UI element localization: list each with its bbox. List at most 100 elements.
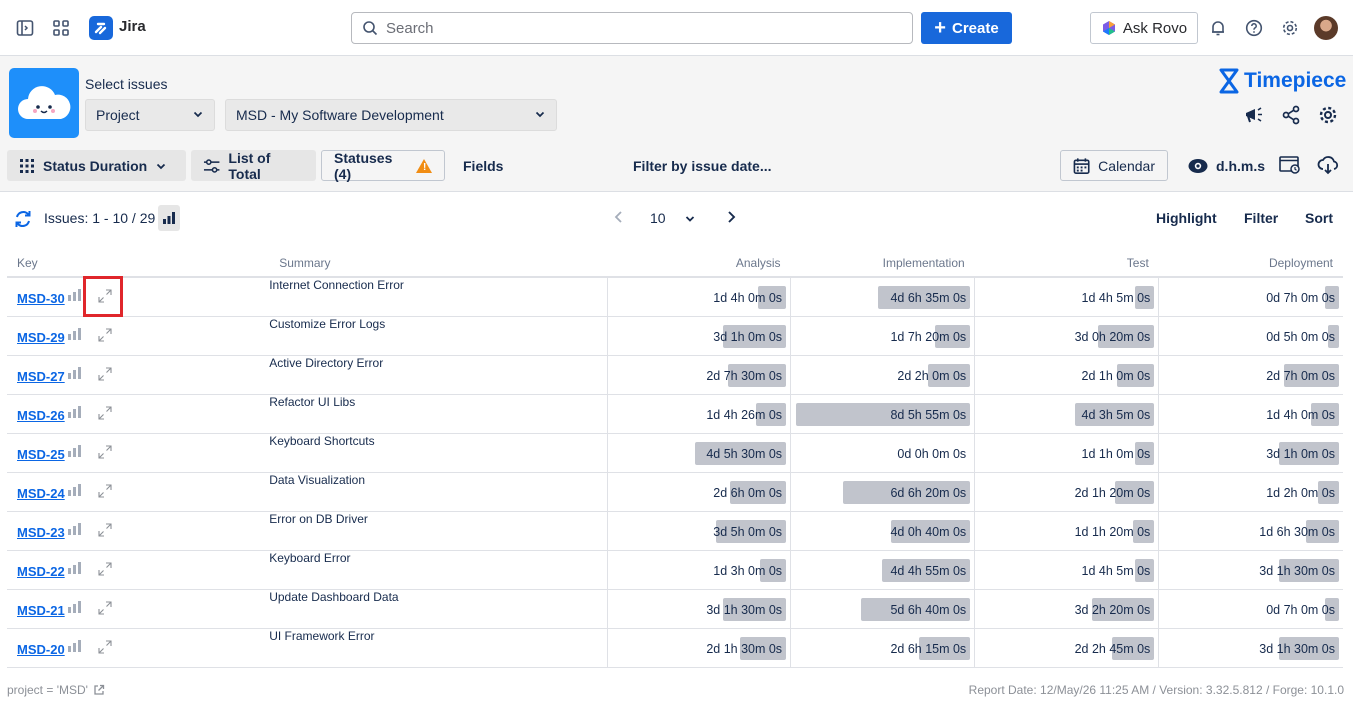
table-row[interactable]: MSD-26 Refactor UI Libs 1d 4h 26m 0s 8d 5h … — [7, 394, 1343, 434]
mini-chart-icon[interactable] — [68, 444, 82, 457]
expand-icon[interactable] — [96, 521, 114, 539]
cloud-download-icon[interactable] — [1317, 154, 1339, 176]
deployment-duration-text: 1d 2h 0m 0s — [1266, 485, 1335, 500]
issue-key-link[interactable]: MSD-23 — [17, 525, 65, 540]
analysis-duration-text: 3d 5h 0m 0s — [713, 524, 783, 539]
issue-key-link[interactable]: MSD-27 — [17, 369, 65, 384]
user-avatar[interactable] — [1314, 16, 1338, 40]
analysis-duration-cell: 4d 5h 30m 0s — [606, 433, 791, 473]
issue-key-link[interactable]: MSD-24 — [17, 486, 65, 501]
deployment-duration-cell: 0d 7h 0m 0s — [1158, 277, 1343, 317]
filter-button[interactable]: Filter — [1244, 210, 1278, 226]
expand-icon[interactable] — [96, 365, 114, 383]
app-settings-gear-icon[interactable] — [1317, 104, 1339, 126]
column-header-key[interactable]: Key — [7, 249, 270, 278]
key-cell: MSD-26 — [7, 394, 270, 434]
issue-key-link[interactable]: MSD-20 — [17, 642, 65, 657]
column-header-deployment[interactable]: Deployment — [1158, 249, 1343, 278]
mini-chart-icon[interactable] — [68, 600, 82, 613]
analysis-duration-text: 3d 1h 30m 0s — [706, 602, 783, 617]
search-input[interactable]: Search — [351, 12, 913, 44]
expand-icon[interactable] — [96, 599, 114, 617]
column-header-implementation[interactable]: Implementation — [790, 249, 975, 278]
refresh-icon[interactable] — [13, 209, 33, 234]
previous-page-icon[interactable] — [613, 210, 625, 229]
table-row[interactable]: MSD-25 Keyboard Shortcuts 4d 5h 30m 0s 0d 0… — [7, 433, 1343, 473]
issue-key-link[interactable]: MSD-26 — [17, 408, 65, 423]
table-row[interactable]: MSD-27 Active Directory Error 2d 7h 30m 0s… — [7, 355, 1343, 395]
expand-icon[interactable] — [96, 443, 114, 461]
mini-chart-icon[interactable] — [68, 327, 82, 340]
scope-select[interactable]: Project — [85, 99, 215, 131]
column-header-test[interactable]: Test — [974, 249, 1159, 278]
implementation-duration-text: 5d 6h 40m 0s — [890, 602, 967, 617]
share-icon[interactable] — [1280, 104, 1302, 126]
help-icon[interactable] — [1244, 18, 1264, 38]
cloud-logo-icon — [9, 68, 79, 138]
table-row[interactable]: MSD-29 Customize Error Logs 3d 1h 0m 0s 1d … — [7, 316, 1343, 356]
table-row[interactable]: MSD-23 Error on DB Driver 3d 5h 0m 0s 4d 0h… — [7, 511, 1343, 551]
expand-icon[interactable] — [96, 404, 114, 422]
issue-key-link[interactable]: MSD-22 — [17, 564, 65, 579]
notifications-bell-icon[interactable] — [1208, 18, 1228, 38]
create-button[interactable]: + Create — [921, 12, 1012, 44]
test-duration-cell: 3d 0h 20m 0s — [974, 316, 1159, 356]
expand-icon[interactable] — [96, 326, 114, 344]
deployment-duration-cell: 3d 1h 30m 0s — [1158, 550, 1343, 590]
report-type-dropdown[interactable]: Status Duration — [7, 150, 186, 181]
issue-key-link[interactable]: MSD-25 — [17, 447, 65, 462]
announcement-megaphone-icon[interactable] — [1243, 104, 1265, 126]
external-link-icon[interactable] — [93, 684, 105, 696]
expand-icon[interactable] — [96, 482, 114, 500]
mini-chart-icon[interactable] — [68, 483, 82, 496]
list-of-total-button[interactable]: List of Total — [191, 150, 316, 182]
key-cell: MSD-30 — [7, 276, 270, 317]
sidebar-toggle-icon[interactable] — [15, 18, 35, 38]
monitor-settings-icon[interactable] — [1279, 154, 1301, 176]
statuses-button[interactable]: Statuses (4) ! — [321, 150, 445, 182]
table-row[interactable]: MSD-24 Data Visualization 2d 6h 0m 0s 6d 6h… — [7, 472, 1343, 512]
highlight-button[interactable]: Highlight — [1156, 210, 1217, 226]
test-duration-cell: 2d 1h 20m 0s — [974, 472, 1159, 512]
mini-chart-icon[interactable] — [68, 522, 82, 535]
key-cell: MSD-25 — [7, 433, 270, 473]
ask-rovo-button[interactable]: Ask Rovo — [1090, 12, 1198, 44]
chevron-down-icon — [534, 107, 546, 123]
chart-toggle-icon[interactable] — [158, 205, 180, 231]
issue-key-link[interactable]: MSD-29 — [17, 330, 65, 345]
next-page-icon[interactable] — [725, 210, 737, 229]
calendar-button[interactable]: Calendar — [1060, 150, 1168, 181]
issue-key-link[interactable]: MSD-21 — [17, 603, 65, 618]
mini-chart-icon[interactable] — [68, 639, 82, 652]
app-switcher-icon[interactable] — [51, 18, 71, 38]
jira-logo-icon[interactable] — [89, 16, 113, 40]
settings-gear-icon[interactable] — [1280, 18, 1300, 38]
expand-icon[interactable] — [96, 638, 114, 656]
project-select-value: MSD - My Software Development — [236, 107, 444, 123]
implementation-duration-text: 2d 6h 15m 0s — [890, 641, 967, 656]
select-issues-label: Select issues — [85, 76, 168, 92]
summary-cell: Customize Error Logs — [269, 316, 608, 356]
expand-icon[interactable] — [96, 560, 114, 578]
table-row[interactable]: MSD-22 Keyboard Error 1d 3h 0m 0s 4d 4h 55m… — [7, 550, 1343, 590]
table-row[interactable]: MSD-20 UI Framework Error 2d 1h 30m 0s 2d 6… — [7, 628, 1343, 668]
project-select[interactable]: MSD - My Software Development — [225, 99, 557, 131]
mini-chart-icon[interactable] — [68, 561, 82, 574]
page-size-select[interactable]: 10 — [650, 210, 666, 226]
table-row[interactable]: MSD-30 Internet Connection Error 1d 4h 0m … — [7, 276, 1343, 317]
table-row[interactable]: MSD-21 Update Dashboard Data 3d 1h 30m 0s 5… — [7, 589, 1343, 629]
time-format-toggle[interactable]: d.h.m.s — [1176, 150, 1277, 181]
analysis-duration-cell: 2d 1h 30m 0s — [606, 628, 791, 668]
app-name[interactable]: Jira — [119, 18, 146, 35]
column-header-summary[interactable]: Summary — [269, 249, 608, 278]
mini-chart-icon[interactable] — [68, 405, 82, 418]
filter-by-issue-date-button[interactable]: Filter by issue date... — [621, 150, 784, 181]
mini-chart-icon[interactable] — [68, 366, 82, 379]
fields-button[interactable]: Fields — [451, 150, 515, 181]
chevron-down-icon[interactable] — [684, 212, 696, 230]
mini-chart-icon[interactable] — [68, 289, 82, 301]
issue-key-link[interactable]: MSD-30 — [17, 291, 65, 306]
implementation-duration-text: 0d 0h 0m 0s — [897, 446, 967, 461]
column-header-analysis[interactable]: Analysis — [607, 249, 791, 278]
sort-button[interactable]: Sort — [1305, 210, 1333, 226]
